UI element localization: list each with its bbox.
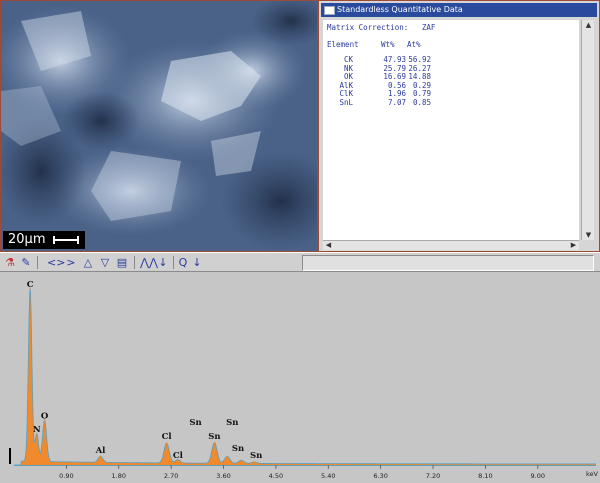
column-header-element: Element (327, 40, 359, 49)
scroll-down-arrow-icon[interactable]: ▼ (584, 231, 593, 239)
zoom-icon[interactable]: Q (176, 255, 190, 270)
quant-row-element: SnL (339, 97, 353, 107)
peak-label: O (41, 411, 49, 421)
peak-label: Sn (189, 418, 201, 428)
toolbar-divider (173, 256, 174, 269)
peak-label: Cl (162, 432, 173, 442)
x-tick-label: 2.70 (164, 472, 178, 480)
edit-icon[interactable]: ✎ (19, 255, 33, 270)
expand-vertical-icon[interactable]: △ (81, 255, 95, 270)
scale-bar: 20µm (3, 231, 85, 249)
scroll-right-arrow-icon[interactable]: ▶ (569, 241, 578, 249)
eds-spectrum-chart: C NO Al ClCl Sn Sn Sn Sn Sn 0.90 1.80 2.70 3.60 4.50 5… (9, 280, 599, 480)
quantitative-data-window: Standardless Quantitative Data Matrix Co… (318, 0, 600, 252)
compress-horizontal-icon[interactable]: >< (64, 255, 78, 284)
x-tick-label: 9.00 (531, 472, 545, 480)
peak-mark-sn (240, 459, 242, 461)
peak-label: C (27, 280, 34, 290)
x-tick-label: 0.90 (59, 472, 73, 480)
spectrum-area (14, 288, 596, 465)
peaks-icon[interactable]: ⋀⋀ (140, 255, 158, 270)
peak-label: N (33, 425, 41, 435)
peak-label: Sn (208, 432, 220, 442)
peak-label: Cl (173, 451, 184, 461)
quant-data-content: Matrix Correction: ZAF Element Wt% At% C… (323, 20, 579, 240)
peak-mark-sn (253, 461, 256, 463)
x-tick-label: 7.20 (426, 472, 440, 480)
peak-mark-cl (166, 442, 168, 444)
scroll-up-arrow-icon[interactable]: ▲ (584, 21, 593, 29)
peak-mark-sn (226, 455, 228, 457)
sem-micrograph (1, 1, 317, 251)
toolbar-divider (134, 256, 135, 269)
peak-label: Al (95, 446, 107, 456)
column-header-wt: Wt% (381, 40, 395, 49)
arrow-down-icon[interactable]: ↓ (190, 255, 204, 270)
scale-bar-line (53, 236, 79, 244)
peak-label: Sn (226, 418, 238, 428)
horizontal-scrollbar[interactable]: ◀ ▶ (323, 240, 579, 250)
spectrum-toolbar: ⚗ ✎ <> >< △ ▽ ▤ ⋀⋀ ↓ Q ↓ (0, 252, 600, 284)
sem-image-panel: 20µm (0, 0, 318, 252)
quant-window-titlebar[interactable]: Standardless Quantitative Data (321, 3, 597, 17)
vertical-scrollbar[interactable]: ▲ ▼ (581, 20, 594, 240)
matrix-correction-value: ZAF (421, 23, 436, 32)
matrix-correction-label: Matrix Correction: (327, 23, 409, 32)
quant-row-wt: 7.07 (387, 97, 406, 107)
arrow-down-icon[interactable]: ↓ (156, 255, 170, 270)
x-tick-label: 3.60 (216, 472, 230, 480)
column-header-at: At% (407, 40, 421, 49)
flask-icon[interactable]: ⚗ (3, 255, 17, 270)
x-axis-label: keV (586, 470, 599, 478)
x-tick-label: 8.10 (478, 472, 492, 480)
x-tick-label: 1.80 (112, 472, 126, 480)
peak-label: Sn (232, 444, 244, 454)
x-tick-label: 4.50 (269, 472, 283, 480)
toolbar-status-field (302, 255, 594, 271)
matrix-correction-row: Matrix Correction: ZAF (327, 23, 436, 33)
compress-vertical-icon[interactable]: ▽ (98, 255, 112, 270)
x-tick-label: 5.40 (321, 472, 335, 480)
cursor-marker (9, 448, 11, 464)
quant-window-title: Standardless Quantitative Data (337, 5, 463, 14)
scroll-left-arrow-icon[interactable]: ◀ (324, 241, 333, 249)
window-icon (324, 6, 335, 15)
spectrum-outline (14, 288, 596, 466)
expand-horizontal-icon[interactable]: <> (47, 255, 65, 270)
x-tick-label: 6.30 (373, 472, 387, 480)
stack-icon[interactable]: ▤ (115, 255, 129, 270)
scale-bar-label: 20µm (8, 232, 46, 247)
quant-row-at: 0.85 (412, 97, 431, 107)
eds-spectrum-panel: C N O Al Cl Cl Sn Sn Sn Sn Sn 0.90 1.80 2.70 3.60 4.50 5… (0, 272, 600, 483)
toolbar-divider (37, 256, 38, 269)
peak-label: Sn (250, 451, 262, 461)
